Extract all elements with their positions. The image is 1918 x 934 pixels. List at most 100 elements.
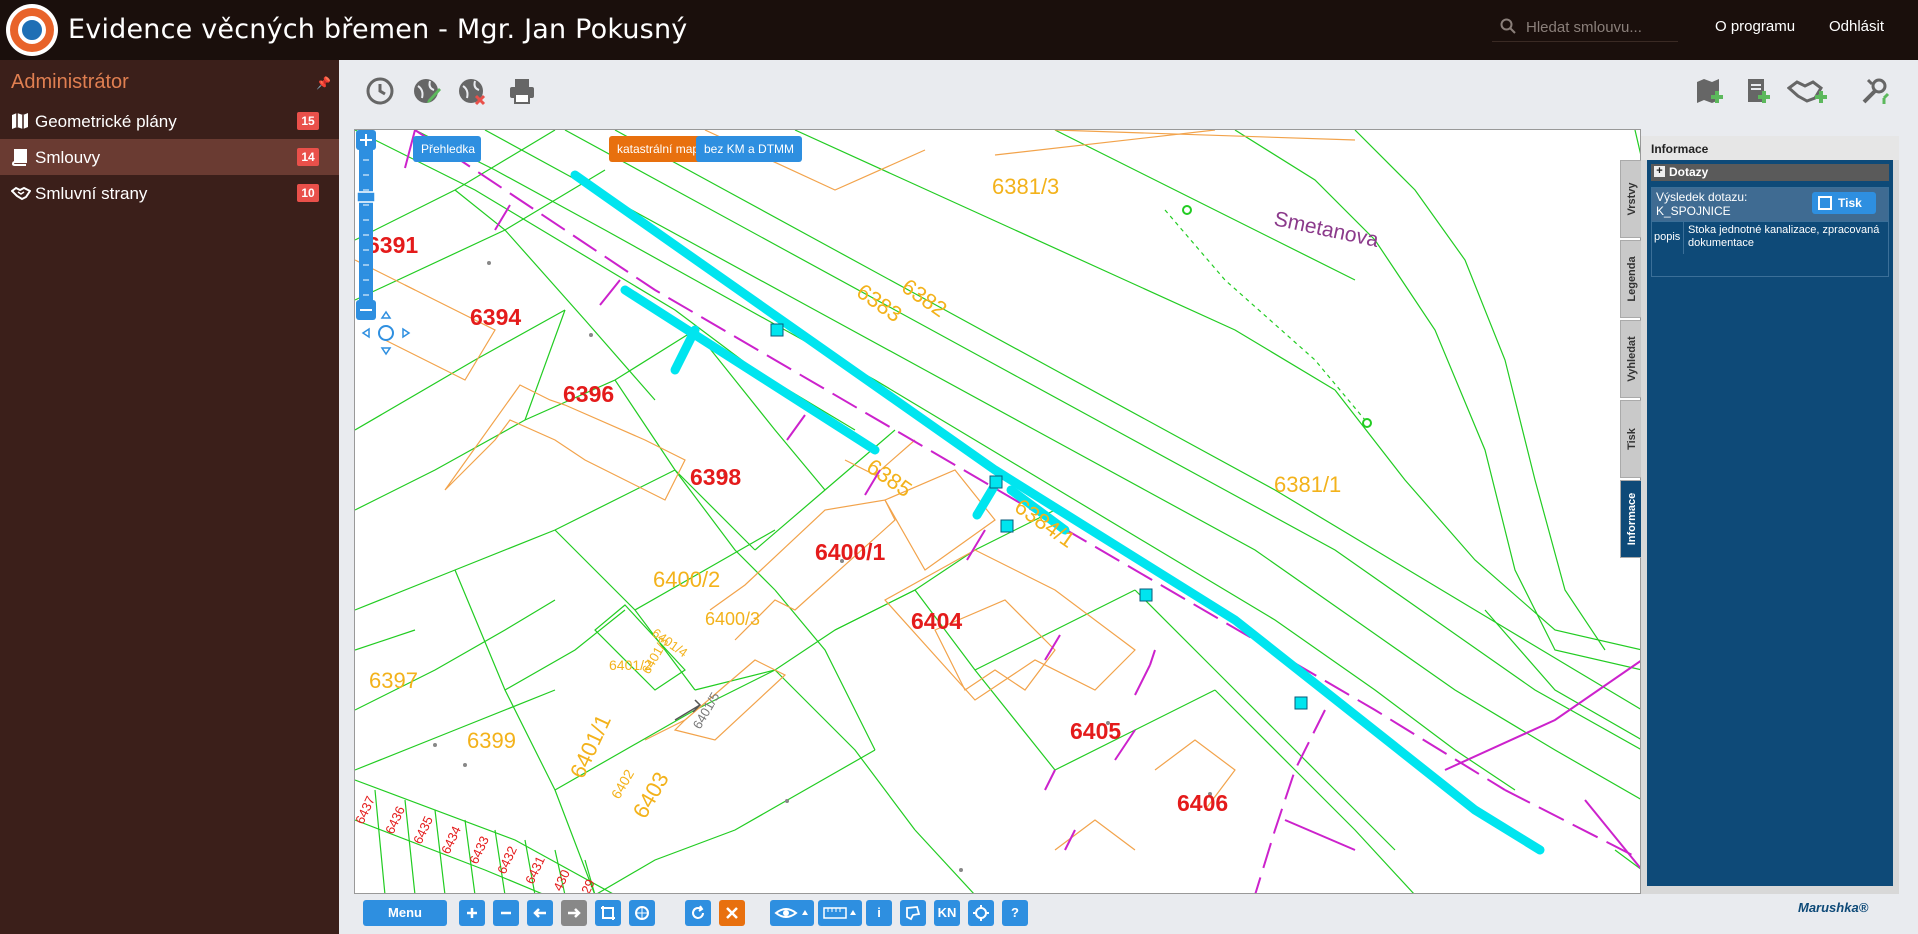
parcel-label: 6405 — [1070, 718, 1121, 744]
parcel-label: 6404 — [911, 608, 962, 634]
locate-button[interactable] — [968, 900, 994, 926]
cadastral-map[interactable]: 6391 6394 6396 6398 6400/1 6404 6405 640… — [354, 129, 1641, 894]
logout-link[interactable]: Odhlásit — [1829, 18, 1884, 35]
tools-settings-icon[interactable] — [1860, 76, 1890, 106]
parcel-label: 6400/3 — [705, 609, 760, 629]
help-button[interactable]: ? — [1002, 900, 1028, 926]
parcel-label: 6397 — [369, 668, 418, 693]
layer-without-km-button[interactable]: bez KM a DTMM — [696, 136, 803, 162]
parcel-label: 6400/1 — [815, 539, 886, 565]
parcel-label: 6401/3 — [639, 635, 672, 677]
result-row: popis Stoka jednotné kanalizace, zpracov… — [1652, 221, 1888, 254]
map-canvas[interactable]: 6391 6394 6396 6398 6400/1 6404 6405 640… — [355, 130, 1641, 894]
parcel-label: 6437 — [355, 794, 378, 827]
result-key: popis — [1652, 222, 1684, 254]
print-icon[interactable] — [507, 76, 537, 106]
select-area-button[interactable] — [900, 900, 926, 926]
checkbox-icon — [1818, 196, 1832, 210]
tab-label: Vrstvy — [1626, 182, 1638, 216]
contract-search[interactable] — [1492, 12, 1678, 42]
sidebar-item-label: Geometrické plány — [35, 112, 177, 131]
lasso-icon — [906, 906, 921, 921]
search-icon — [1500, 18, 1516, 34]
visibility-button[interactable] — [770, 900, 814, 926]
overview-button[interactable]: Přehledka — [413, 136, 481, 162]
tab-label: Vyhledat — [1626, 336, 1638, 382]
zoom-out-button[interactable] — [493, 900, 519, 926]
handshake-add-icon[interactable] — [1787, 76, 1829, 106]
forward-button[interactable] — [561, 900, 587, 926]
logo-core — [18, 16, 46, 44]
app-logo[interactable] — [6, 4, 58, 56]
parcel-label: 6381/3 — [992, 174, 1059, 199]
parcel-label: 6431 — [522, 854, 548, 887]
zoom-slider[interactable] — [355, 130, 377, 330]
parcel-label: 6402 — [608, 766, 638, 801]
print-label: Tisk — [1838, 196, 1862, 210]
parcel-label: 430 — [550, 867, 573, 893]
map-add-icon[interactable] — [1695, 76, 1725, 106]
arrow-left-icon — [533, 908, 546, 918]
parcel-label: 6398 — [690, 464, 741, 490]
sidebar-item-parties[interactable]: Smluvní strany 10 — [0, 175, 339, 211]
parcel-label: 6382 — [897, 274, 951, 323]
query-result: Výsledek dotazu: K_SPOJNICE Tisk popis S… — [1651, 187, 1889, 277]
parcel-label: 6400/2 — [653, 567, 720, 592]
parcel-label: 6385 — [862, 454, 916, 503]
panel-title: Informace — [1651, 142, 1709, 156]
print-result-button[interactable]: Tisk — [1812, 192, 1876, 214]
sidebar-item-label: Smlouvy — [35, 148, 101, 167]
top-bar: Evidence věcných břemen - Mgr. Jan Pokus… — [0, 0, 1918, 60]
panel-body: + Dotazy Výsledek dotazu: K_SPOJNICE Tis… — [1647, 160, 1893, 886]
menu-button[interactable]: Menu — [363, 900, 447, 926]
info-panel: Informace + Dotazy Výsledek dotazu: K_SP… — [1641, 136, 1899, 894]
panel-header: Informace — [1641, 136, 1899, 160]
tab-label: Informace — [1626, 492, 1638, 546]
about-link[interactable]: O programu — [1715, 18, 1795, 35]
sidebar: Administrátor 📌 Geometrické plány 15 Sml… — [0, 60, 339, 934]
eye-dropdown-icon — [774, 908, 808, 918]
globe-button[interactable] — [629, 900, 655, 926]
result-title: Výsledek dotazu: K_SPOJNICE Tisk — [1652, 188, 1888, 221]
zoom-extent-button[interactable] — [595, 900, 621, 926]
ruler-dropdown-icon — [823, 907, 856, 919]
parcel-label: 6406 — [1177, 790, 1228, 816]
zoom-in-button[interactable] — [459, 900, 485, 926]
sidebar-item-contracts[interactable]: Smlouvy 14 — [0, 139, 339, 175]
globe-delete-icon[interactable] — [457, 76, 487, 106]
pin-icon[interactable]: 📌 — [316, 76, 331, 90]
refresh-button[interactable] — [685, 900, 711, 926]
queries-label: Dotazy — [1669, 165, 1709, 179]
survey-point — [1182, 205, 1192, 215]
sidebar-item-geometric-plans[interactable]: Geometrické plány 15 — [0, 103, 339, 139]
parcel-label: 6433 — [466, 834, 492, 867]
survey-point — [1362, 418, 1372, 428]
cadastre-button[interactable]: KN — [934, 900, 960, 926]
map-icon — [12, 113, 28, 129]
parcel-label: 6401/1 — [565, 711, 616, 783]
sewer-pipe[interactable] — [570, 170, 1545, 855]
globe-edit-icon[interactable] — [412, 76, 442, 106]
info-button[interactable]: i — [866, 900, 892, 926]
parcel-label: 6436 — [382, 804, 408, 837]
count-badge: 10 — [297, 184, 319, 202]
plus-icon — [467, 908, 477, 918]
search-input[interactable] — [1526, 16, 1676, 38]
result-value: Stoka jednotné kanalizace, zpracovaná do… — [1688, 224, 1880, 249]
measure-button[interactable] — [818, 900, 862, 926]
document-add-icon[interactable] — [1742, 76, 1772, 106]
logo-ring — [10, 8, 54, 52]
count-badge: 15 — [297, 112, 319, 130]
history-icon[interactable] — [365, 76, 395, 106]
parcel-label: 6381/1 — [1274, 472, 1341, 497]
expand-icon[interactable]: + — [1654, 166, 1665, 177]
back-button[interactable] — [527, 900, 553, 926]
count-badge: 14 — [297, 148, 319, 166]
parcel-label: 6399 — [467, 728, 516, 753]
pan-control[interactable] — [359, 310, 413, 356]
parcel-label: 6396 — [563, 381, 614, 407]
close-icon — [726, 907, 738, 919]
queries-section[interactable]: + Dotazy — [1651, 164, 1889, 181]
parcel-label: 6383 — [852, 279, 906, 328]
cancel-button[interactable] — [719, 900, 745, 926]
